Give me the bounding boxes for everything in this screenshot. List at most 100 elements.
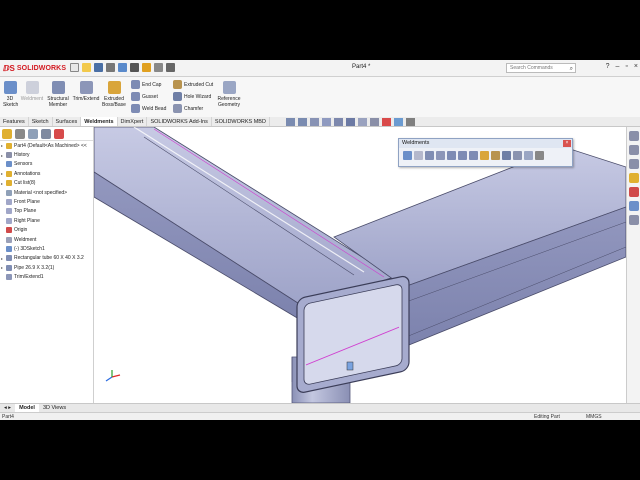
forum-icon[interactable] (628, 215, 639, 225)
display-manager-tab-icon[interactable] (54, 128, 64, 139)
view-orientation-icon[interactable] (346, 118, 355, 126)
tab-features[interactable]: Features (0, 117, 29, 126)
chamfer-button[interactable]: Chamfer (173, 104, 203, 113)
extruded-cut-icon[interactable] (491, 151, 500, 160)
3d-sketch-icon[interactable] (403, 151, 412, 160)
custom-properties-icon[interactable] (628, 201, 639, 211)
close-icon[interactable]: × (634, 63, 638, 70)
weldments-toolbar-header[interactable]: Weldments × (399, 139, 572, 148)
expand-arrow-icon[interactable]: ▸ (1, 256, 5, 261)
structural-member-button[interactable]: Structural Member (46, 81, 70, 108)
new-doc-icon[interactable] (70, 63, 79, 72)
dimxpert-manager-tab-icon[interactable] (41, 128, 51, 139)
tab-solidworks-add-ins[interactable]: SOLIDWORKS Add-Ins (147, 117, 212, 126)
bottom-tab-3d-views[interactable]: 3D Views (39, 404, 70, 412)
hide-show-icon[interactable] (370, 118, 379, 126)
hole-wizard-button[interactable]: Hole Wizard (173, 92, 211, 101)
tab-weldments[interactable]: Weldments (81, 117, 118, 126)
resources-icon[interactable] (628, 145, 639, 155)
feature-manager-tab-icon[interactable] (2, 128, 12, 139)
undo-icon[interactable] (118, 63, 127, 72)
status-units[interactable]: MMGS (586, 414, 602, 420)
configuration-manager-tab-icon[interactable] (28, 128, 38, 139)
help-icon[interactable]: ? (606, 63, 610, 70)
tree-node[interactable]: Trim/Extend1 (1, 272, 93, 281)
weld-bead-button[interactable]: Weld Bead (131, 104, 166, 113)
display-style-icon[interactable] (358, 118, 367, 126)
tree-node[interactable]: Origin (1, 226, 93, 235)
appearances-icon[interactable] (628, 187, 639, 197)
search-commands-input[interactable]: Search Commands ⌕ (506, 63, 576, 73)
open-icon[interactable] (82, 63, 91, 72)
weldments-floating-toolbar[interactable]: Weldments × (398, 138, 573, 167)
tree-node[interactable]: Sensors (1, 160, 93, 169)
zoom-to-fit-icon[interactable] (286, 118, 295, 126)
extruded-boss-button[interactable]: Extruded Boss/Base (102, 81, 126, 108)
tab-dimxpert[interactable]: DimXpert (118, 117, 148, 126)
tree-node[interactable]: ▸ Part4 (Default<As Machined> << (1, 141, 93, 150)
section-view-icon[interactable] (322, 118, 331, 126)
hole-wizard-icon[interactable] (502, 151, 511, 160)
solidworks-logo[interactable]: ⅅS SOLIDWORKS (3, 63, 66, 74)
bottom-tab-model[interactable]: Model (15, 404, 39, 412)
zoom-area-icon[interactable] (298, 118, 307, 126)
structural-member-icon[interactable] (425, 151, 434, 160)
end-cap-button[interactable]: End Cap (131, 80, 161, 89)
chamfer-icon[interactable] (513, 151, 522, 160)
tree-node[interactable]: Material <not specified> (1, 188, 93, 197)
previous-view-icon[interactable] (310, 118, 319, 126)
design-library-icon[interactable] (628, 159, 639, 169)
rebuild-icon[interactable] (142, 63, 151, 72)
extruded-cut-button[interactable]: Extruded Cut (173, 80, 213, 89)
graphics-area[interactable] (94, 127, 626, 403)
scene-icon[interactable] (394, 118, 403, 126)
tab-solidworks-mbd[interactable]: SOLIDWORKS MBD (212, 117, 270, 126)
tree-node[interactable]: ▸ Annotations (1, 169, 93, 178)
expand-arrow-icon[interactable]: ▸ (1, 181, 5, 186)
tree-node[interactable]: Right Plane (1, 216, 93, 225)
tab-sketch[interactable]: Sketch (29, 117, 53, 126)
gusset-button[interactable]: Gusset (131, 92, 158, 101)
search-icon[interactable]: ⌕ (570, 65, 573, 74)
weldment-icon[interactable] (414, 151, 423, 160)
file-properties-icon[interactable] (154, 63, 163, 72)
save-icon[interactable] (94, 63, 103, 72)
gusset-icon[interactable] (458, 151, 467, 160)
options-icon[interactable] (166, 63, 175, 72)
expand-arrow-icon[interactable]: ▸ (1, 265, 5, 270)
expand-arrow-icon[interactable]: ▸ (1, 143, 5, 148)
dynamic-annotation-icon[interactable] (334, 118, 343, 126)
weld-bead-icon[interactable] (469, 151, 478, 160)
expand-arrow-icon[interactable]: ▸ (1, 171, 5, 176)
trim-extend-icon[interactable] (436, 151, 445, 160)
trim-extend-button[interactable]: Trim/Extend (71, 81, 101, 102)
file-explorer-icon[interactable] (628, 173, 639, 183)
tab-scroll-arrows-icon[interactable]: ◂ ▸ (0, 404, 15, 412)
restore-icon[interactable]: ▫ (625, 63, 627, 70)
expand-arrow-icon[interactable]: ▸ (1, 153, 5, 158)
reference-geometry-icon[interactable] (524, 151, 533, 160)
end-cap-icon[interactable] (447, 151, 456, 160)
tree-node[interactable]: ▸ Cut list(8) (1, 179, 93, 188)
tree-node[interactable]: Front Plane (1, 197, 93, 206)
tree-node[interactable]: ▸ History (1, 150, 93, 159)
view-settings-icon[interactable] (406, 118, 415, 126)
extruded-boss-icon[interactable] (480, 151, 489, 160)
tree-node[interactable]: (-) 3DSketch1 (1, 244, 93, 253)
home-icon[interactable] (628, 131, 639, 141)
reference-geometry-button[interactable]: Reference Geometry (216, 81, 242, 108)
property-manager-tab-icon[interactable] (15, 128, 25, 139)
tree-node[interactable]: ▸ Pipe 26.9 X 3.2(1) (1, 263, 93, 272)
minimize-icon[interactable]: – (616, 63, 620, 70)
3d-sketch-button[interactable]: 3D Sketch (3, 81, 18, 108)
tree-node[interactable]: Weldment (1, 235, 93, 244)
select-icon[interactable] (130, 63, 139, 72)
customize-toolbar-icon[interactable] (535, 151, 544, 160)
close-toolbar-icon[interactable]: × (563, 140, 571, 147)
print-icon[interactable] (106, 63, 115, 72)
tree-node[interactable]: ▸ Rectangular tube 60 X 40 X 3.2 (1, 254, 93, 263)
weldment-button[interactable]: Weldment (19, 81, 45, 102)
appearance-icon[interactable] (382, 118, 391, 126)
tab-surfaces[interactable]: Surfaces (53, 117, 82, 126)
tree-node[interactable]: Top Plane (1, 207, 93, 216)
